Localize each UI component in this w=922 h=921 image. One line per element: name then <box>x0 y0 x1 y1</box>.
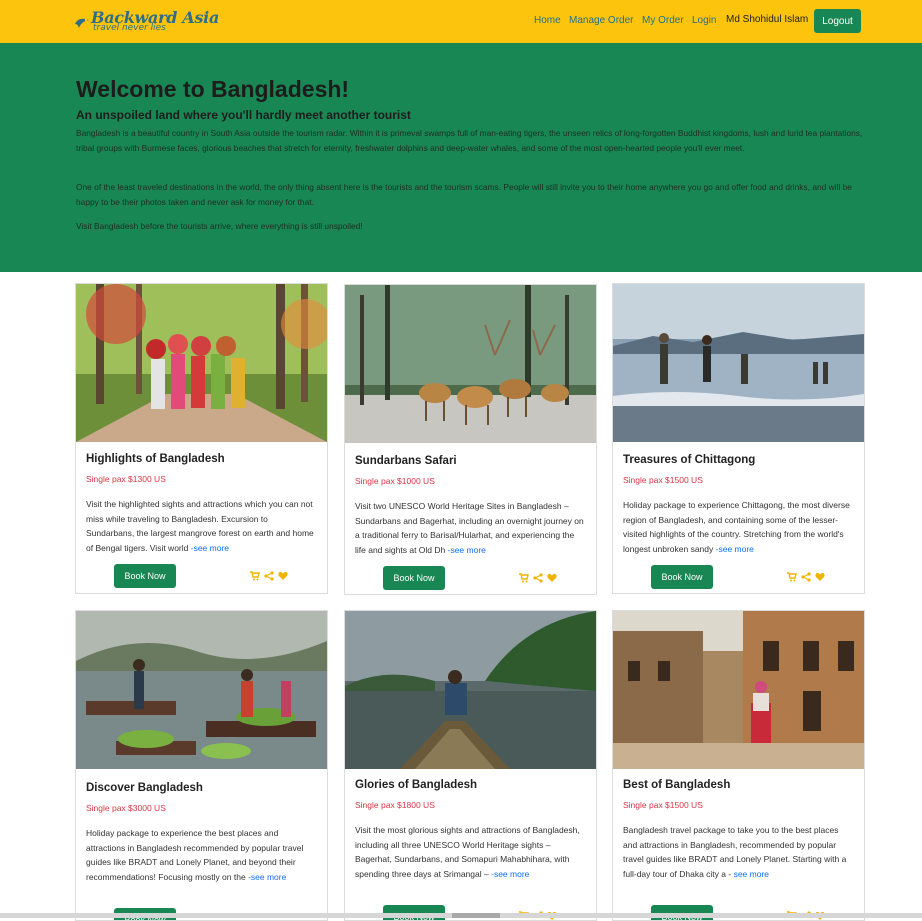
package-title: Sundarbans Safari <box>355 455 457 467</box>
package-description: Holiday package to experience the best p… <box>86 826 318 884</box>
hero-paragraph-1: Bangladesh is a beautiful country in Sou… <box>76 128 863 153</box>
see-more-link[interactable]: -see more <box>491 869 529 879</box>
see-more-link[interactable]: see more <box>734 869 769 879</box>
see-more-link[interactable]: -see more <box>248 872 286 882</box>
package-title: Glories of Bangladesh <box>355 779 478 791</box>
package-card: Glories of Bangladesh Single pax $1800 U… <box>344 610 597 921</box>
package-title: Discover Bangladesh <box>86 782 203 794</box>
scrollbar-thumb[interactable] <box>452 913 500 918</box>
package-title: Treasures of Chittagong <box>623 454 756 466</box>
package-photo-old-buildings <box>613 611 864 769</box>
heart-icon[interactable] <box>547 573 557 583</box>
see-more-link[interactable]: -see more <box>716 544 754 554</box>
share-icon[interactable] <box>264 571 274 581</box>
package-title: Highlights of Bangladesh <box>86 453 225 465</box>
nav-manage-order-link[interactable]: Manage Order <box>569 15 633 26</box>
package-photo-forest-path <box>76 284 327 442</box>
see-more-link[interactable]: -see more <box>448 545 486 555</box>
user-name: Md Shohidul Islam <box>726 14 809 25</box>
package-card: Highlights of Bangladesh Single pax $130… <box>75 283 328 594</box>
package-price: Single pax $1500 US <box>623 475 703 485</box>
card-actions <box>519 572 563 584</box>
hero-title: Welcome to Bangladesh! <box>76 76 350 102</box>
package-photo-beach <box>613 284 864 442</box>
package-photo-river-boat <box>345 611 596 769</box>
heart-icon[interactable] <box>278 571 288 581</box>
nav-my-order-link[interactable]: My Order <box>642 15 684 26</box>
package-card: Discover Bangladesh Single pax $3000 US … <box>75 610 328 921</box>
share-icon[interactable] <box>801 572 811 582</box>
brand-tagline: travel never lies <box>93 23 166 33</box>
package-description: Visit two UNESCO World Heritage Sites in… <box>355 499 587 557</box>
book-now-button[interactable]: Book Now <box>114 564 176 588</box>
book-now-button[interactable]: Book Now <box>651 565 713 589</box>
description-text: Visit the most glorious sights and attra… <box>355 825 580 879</box>
package-card: Treasures of Chittagong Single pax $1500… <box>612 283 865 594</box>
logout-button[interactable]: Logout <box>814 9 861 33</box>
package-price: Single pax $1000 US <box>355 476 435 486</box>
bird-logo-icon <box>75 18 89 28</box>
package-price: Single pax $1500 US <box>623 800 703 810</box>
cart-icon[interactable] <box>250 571 260 581</box>
package-description: Bangladesh travel package to take you to… <box>623 823 855 881</box>
nav-home-link[interactable]: Home <box>534 15 561 26</box>
package-photo-deer <box>345 285 596 443</box>
nav-login-link[interactable]: Login <box>692 15 716 26</box>
horizontal-scrollbar[interactable] <box>0 913 922 918</box>
hero-subtitle: An unspoiled land where you'll hardly me… <box>76 108 411 122</box>
package-card: Sundarbans Safari Single pax $1000 US Vi… <box>344 284 597 595</box>
share-icon[interactable] <box>533 573 543 583</box>
package-title: Best of Bangladesh <box>623 779 731 791</box>
card-actions <box>250 570 294 582</box>
package-price: Single pax $1300 US <box>86 474 166 484</box>
book-now-button[interactable]: Book Now <box>383 566 445 590</box>
package-card: Best of Bangladesh Single pax $1500 US B… <box>612 610 865 921</box>
hero-paragraph-3: Visit Bangladesh before the tourists arr… <box>76 221 363 231</box>
package-photo-floating-market <box>76 611 327 769</box>
cart-icon[interactable] <box>787 572 797 582</box>
heart-icon[interactable] <box>815 572 825 582</box>
card-actions <box>787 571 831 583</box>
cart-icon[interactable] <box>519 573 529 583</box>
hero-paragraph-2: One of the least traveled destinations i… <box>76 182 852 207</box>
hero-banner: Welcome to Bangladesh! An unspoiled land… <box>0 43 922 272</box>
package-price: Single pax $1800 US <box>355 800 435 810</box>
package-description: Visit the most glorious sights and attra… <box>355 823 587 881</box>
package-description: Holiday package to experience Chittagong… <box>623 498 855 556</box>
navbar: Backward Asia travel never lies Home Man… <box>0 0 922 43</box>
brand-logo[interactable]: Backward Asia travel never lies <box>74 8 219 36</box>
package-price: Single pax $3000 US <box>86 803 166 813</box>
see-more-link[interactable]: -see more <box>191 543 229 553</box>
package-description: Visit the highlighted sights and attract… <box>86 497 318 555</box>
